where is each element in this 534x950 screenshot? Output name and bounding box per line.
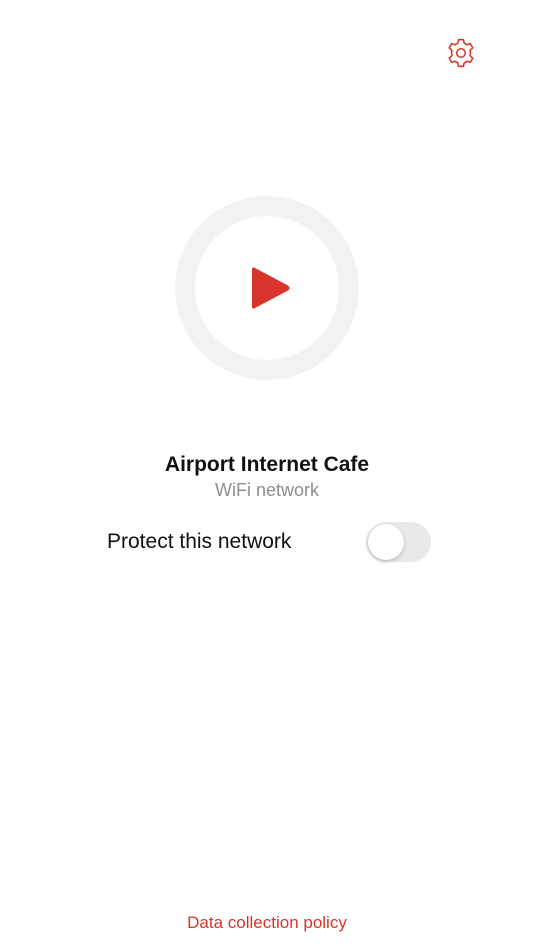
connect-button[interactable]: [175, 196, 359, 380]
protect-network-toggle[interactable]: [366, 521, 431, 562]
gear-icon: [448, 38, 474, 68]
protect-network-row: Protect this network: [107, 521, 431, 562]
toggle-knob: [368, 523, 404, 560]
network-type: WiFi network: [214, 480, 319, 500]
network-name: Airport Internet Cafe: [164, 453, 370, 476]
settings-button[interactable]: [442, 34, 480, 72]
data-collection-policy-link[interactable]: Data collection policy: [0, 913, 534, 933]
protect-network-label: Protect this network: [107, 529, 292, 553]
play-icon: [252, 267, 290, 309]
